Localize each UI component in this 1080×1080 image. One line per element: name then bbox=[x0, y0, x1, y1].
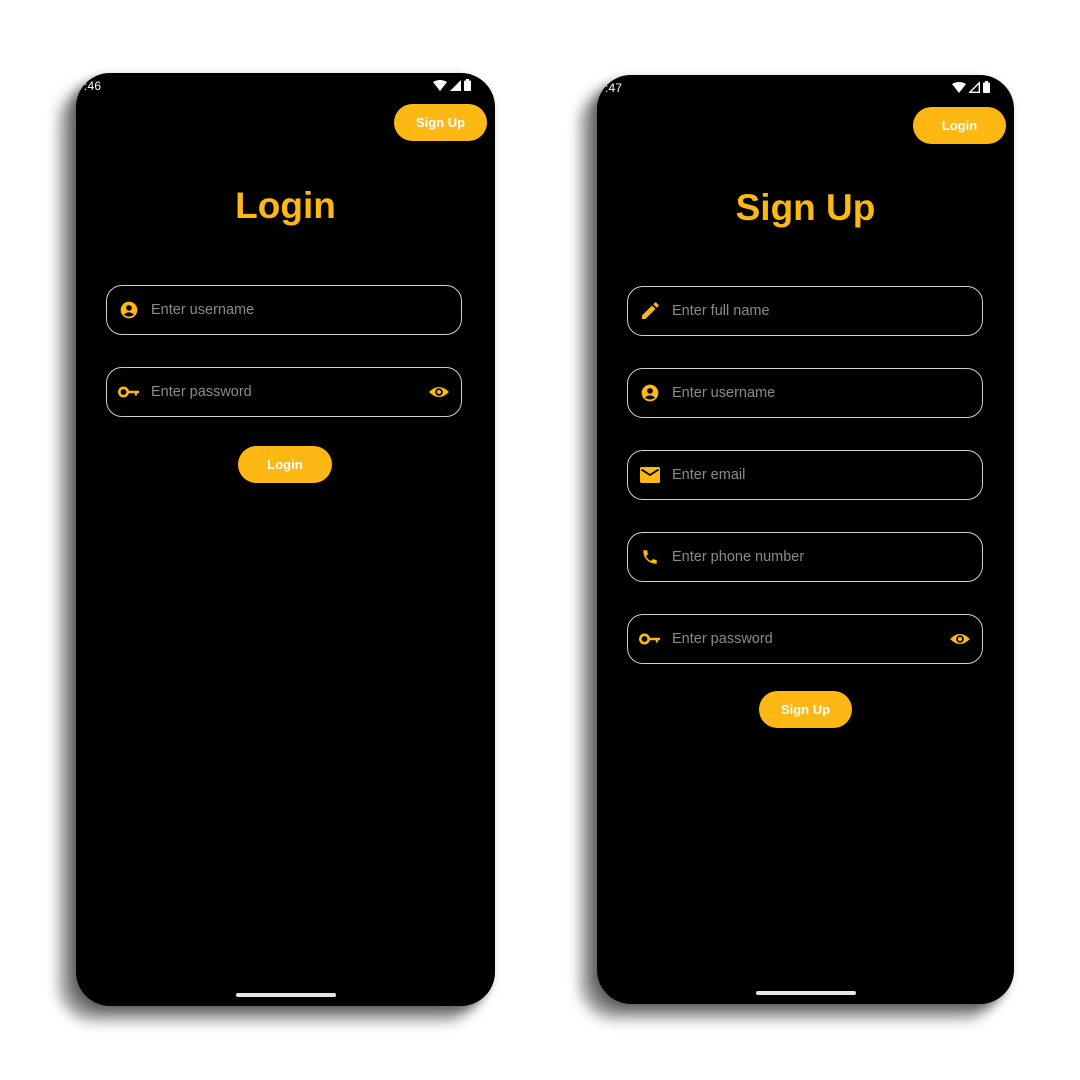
battery-icon bbox=[983, 81, 990, 93]
page-title: Login bbox=[235, 185, 336, 226]
username-field[interactable] bbox=[627, 368, 983, 418]
wifi-icon bbox=[952, 81, 966, 93]
eye-icon[interactable] bbox=[427, 380, 451, 404]
signal-icon bbox=[450, 79, 461, 91]
phone-icon bbox=[639, 546, 661, 568]
email-input[interactable] bbox=[672, 451, 982, 499]
mail-icon bbox=[639, 464, 661, 486]
home-indicator bbox=[755, 991, 856, 995]
signup-screen: :47 Login Sign Up Enter full name Enter … bbox=[597, 75, 1014, 1004]
login-nav-button[interactable]: Login bbox=[913, 107, 1006, 144]
username-field[interactable] bbox=[106, 285, 462, 335]
signup-submit-button[interactable]: Sign Up bbox=[759, 691, 852, 728]
phone-input[interactable] bbox=[672, 533, 982, 581]
signal-icon bbox=[969, 81, 980, 93]
password-field[interactable] bbox=[627, 614, 983, 664]
page-title: Sign Up bbox=[735, 187, 876, 228]
password-input[interactable] bbox=[672, 615, 948, 663]
battery-icon bbox=[464, 79, 471, 91]
status-icons bbox=[433, 79, 471, 91]
login-screen: :46 Sign Up Login Login bbox=[76, 73, 495, 1006]
account-circle-icon bbox=[639, 382, 661, 404]
login-submit-button[interactable]: Login bbox=[238, 446, 332, 483]
signup-nav-button[interactable]: Sign Up bbox=[394, 104, 487, 141]
username-input[interactable] bbox=[151, 286, 461, 334]
wifi-icon bbox=[433, 79, 447, 91]
home-indicator bbox=[235, 993, 336, 997]
account-circle-icon bbox=[118, 299, 140, 321]
phone-field[interactable] bbox=[627, 532, 983, 582]
status-time: :47 bbox=[605, 81, 623, 95]
full-name-field[interactable] bbox=[627, 286, 983, 336]
status-time: :46 bbox=[84, 79, 102, 93]
status-icons bbox=[952, 81, 990, 93]
username-input[interactable] bbox=[672, 369, 982, 417]
password-field[interactable] bbox=[106, 367, 462, 417]
email-field[interactable] bbox=[627, 450, 983, 500]
pencil-icon bbox=[639, 300, 661, 322]
full-name-input[interactable] bbox=[672, 287, 982, 335]
key-icon bbox=[118, 381, 140, 403]
password-input[interactable] bbox=[151, 368, 427, 416]
eye-icon[interactable] bbox=[948, 627, 972, 651]
key-icon bbox=[639, 628, 661, 650]
